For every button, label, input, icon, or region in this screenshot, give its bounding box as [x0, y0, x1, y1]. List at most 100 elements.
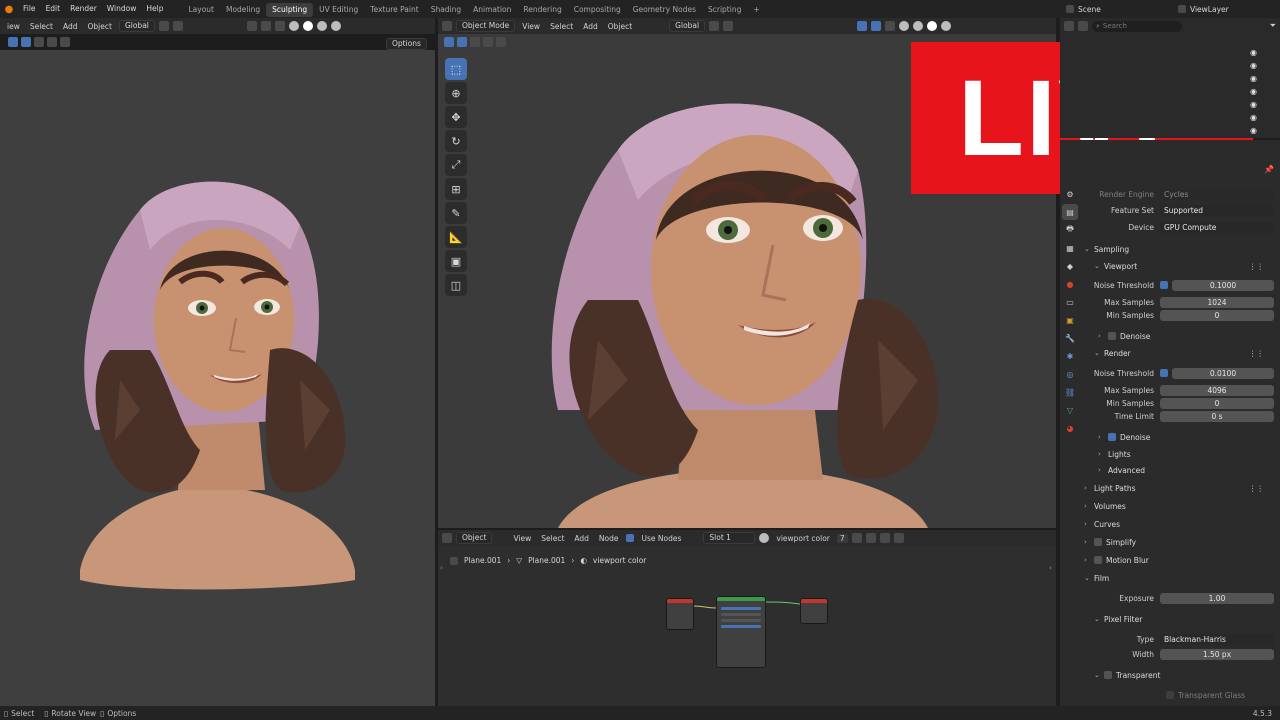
menu-view[interactable]: View [519, 22, 543, 31]
camera-visibility-icon[interactable]: ◉ [1250, 74, 1270, 87]
rendered-shading-icon[interactable] [941, 21, 952, 31]
vp-noise-threshold-field[interactable]: 0.1000 [1172, 279, 1274, 291]
tab-uv-editing[interactable]: UV Editing [313, 3, 364, 17]
time-limit-field[interactable]: 0 s [1160, 410, 1274, 422]
camera-visibility-icon[interactable]: ◉ [1250, 126, 1270, 139]
duplicate-material-icon[interactable] [865, 533, 876, 543]
material-output-node[interactable] [800, 598, 828, 624]
pin-icon[interactable] [893, 533, 904, 543]
left-menu-object[interactable]: Object [85, 22, 115, 31]
node-menu-add[interactable]: Add [571, 534, 592, 543]
material-users-count[interactable]: 7 [836, 533, 848, 543]
object-tab-icon[interactable]: ▣ [1062, 312, 1078, 328]
left-menu-select[interactable]: Select [27, 22, 56, 31]
menu-window[interactable]: Window [102, 0, 142, 18]
material-shading-icon[interactable] [316, 21, 327, 31]
solid-shading-icon[interactable] [302, 21, 313, 31]
r-noise-threshold-checkbox[interactable] [1160, 369, 1168, 377]
node-sidebar-toggle-icon[interactable]: ‹ [1049, 564, 1052, 572]
material-tab-icon[interactable]: ◕ [1062, 420, 1078, 436]
select-mode-subtract-icon[interactable] [47, 37, 57, 47]
camera-visibility-icon[interactable]: ◉ [1250, 113, 1270, 126]
rotate-tool-icon[interactable]: ↻ [445, 130, 467, 152]
data-tab-icon[interactable]: ▽ [1062, 402, 1078, 418]
modifier-tab-icon[interactable]: 🔧 [1062, 330, 1078, 346]
unlink-material-icon[interactable] [879, 533, 890, 543]
search-input[interactable]: Search [1103, 22, 1127, 30]
view-layer-tab-icon[interactable]: ▦ [1062, 240, 1078, 256]
select-mode-new-icon[interactable] [21, 37, 31, 47]
material-shading-icon[interactable] [927, 21, 938, 31]
snap-icon[interactable] [158, 21, 169, 31]
vp-min-samples-field[interactable]: 0 [1160, 309, 1274, 321]
pixel-filter-subpanel-header[interactable]: ⌄ Pixel Filter [1094, 612, 1274, 626]
transform-tool-icon[interactable]: ⊞ [445, 178, 467, 200]
tool-tab-icon[interactable]: ⚙ [1062, 186, 1078, 202]
camera-visibility-icon[interactable]: ◉ [1250, 61, 1270, 74]
select-mode-intersect-icon[interactable] [496, 37, 506, 47]
vp-denoise-checkbox[interactable] [1108, 332, 1116, 340]
menu-edit[interactable]: Edit [41, 0, 66, 18]
r-min-samples-field[interactable]: 0 [1160, 397, 1274, 409]
tab-geometry-nodes[interactable]: Geometry Nodes [627, 3, 702, 17]
transparent-subpanel-header[interactable]: ⌄ Transparent [1094, 668, 1274, 682]
film-panel-header[interactable]: ⌄ Film [1084, 571, 1274, 585]
material-name[interactable]: viewport color [773, 534, 833, 543]
scale-tool-icon[interactable]: ⤢ [445, 154, 467, 176]
render-engine-dropdown[interactable]: Cycles [1160, 188, 1274, 200]
device-dropdown[interactable]: GPU Compute [1160, 221, 1274, 233]
select-mode-extend-icon[interactable] [470, 37, 480, 47]
tab-scripting[interactable]: Scripting [702, 3, 747, 17]
vp-max-samples-field[interactable]: 1024 [1160, 296, 1274, 308]
simplify-checkbox[interactable] [1094, 538, 1102, 546]
vp-denoise-subpanel-header[interactable]: › Denoise [1098, 329, 1274, 343]
slot-dropdown[interactable]: Slot 1 [703, 532, 756, 544]
select-mode-intersect-icon[interactable] [60, 37, 70, 47]
simplify-panel-header[interactable]: › Simplify [1084, 535, 1274, 549]
add-cube-tool-icon[interactable]: ▣ [445, 250, 467, 272]
proportional-edit-icon[interactable] [172, 21, 183, 31]
solid-shading-icon[interactable] [913, 21, 924, 31]
transparent-glass-checkbox[interactable] [1166, 691, 1174, 699]
menu-render[interactable]: Render [65, 0, 102, 18]
view-layer-selector[interactable]: ViewLayer [1178, 3, 1268, 15]
xray-icon[interactable] [274, 21, 285, 31]
motion-blur-checkbox[interactable] [1094, 556, 1102, 564]
overlay-icon[interactable] [246, 21, 257, 31]
presets-icon[interactable]: ⋮⋮ [1249, 349, 1264, 358]
viewport-subpanel-header[interactable]: ⌄ Viewport ⋮⋮ [1094, 259, 1274, 273]
tab-sculpting[interactable]: Sculpting [266, 3, 314, 17]
motion-blur-panel-header[interactable]: › Motion Blur [1084, 553, 1274, 567]
use-nodes-checkbox[interactable] [625, 534, 634, 542]
left-menu-view[interactable]: iew [4, 22, 23, 31]
xray-icon[interactable] [885, 21, 896, 31]
camera-visibility-icon[interactable]: ◉ [1250, 100, 1270, 113]
select-box-icon[interactable] [444, 37, 454, 47]
wireframe-shading-icon[interactable] [899, 21, 910, 31]
measure-tool-icon[interactable]: 📐 [445, 226, 467, 248]
particles-tab-icon[interactable]: ✱ [1062, 348, 1078, 364]
mode-dropdown[interactable]: Object Mode [456, 20, 516, 32]
node-toolbar-toggle-icon[interactable]: › [440, 564, 443, 572]
constraints-tab-icon[interactable]: ⛓ [1062, 384, 1078, 400]
world-tab-icon[interactable]: ● [1062, 276, 1078, 292]
exposure-field[interactable]: 1.00 [1160, 592, 1274, 604]
display-mode-icon[interactable] [1078, 21, 1088, 31]
proportional-edit-icon[interactable] [723, 21, 734, 31]
render-subpanel-header[interactable]: ⌄ Render ⋮⋮ [1094, 346, 1274, 360]
presets-icon[interactable]: ⋮⋮ [1249, 262, 1264, 271]
tab-shading[interactable]: Shading [425, 3, 467, 17]
r-noise-threshold-field[interactable]: 0.0100 [1172, 367, 1274, 379]
move-tool-icon[interactable]: ✥ [445, 106, 467, 128]
tab-animation[interactable]: Animation [467, 3, 517, 17]
outliner-search[interactable]: ⌕ Search [1092, 20, 1182, 32]
lights-subpanel-header[interactable]: › Lights [1098, 447, 1274, 461]
menu-help[interactable]: Help [141, 0, 168, 18]
transparent-checkbox[interactable] [1104, 671, 1112, 679]
left-menu-add[interactable]: Add [60, 22, 81, 31]
camera-visibility-icon[interactable]: ◉ [1250, 87, 1270, 100]
scene-tab-icon[interactable]: ◆ [1062, 258, 1078, 274]
physics-tab-icon[interactable]: ◎ [1062, 366, 1078, 382]
texture-coordinate-node[interactable] [666, 598, 694, 630]
left-orientation-dropdown[interactable]: Global [118, 20, 155, 32]
